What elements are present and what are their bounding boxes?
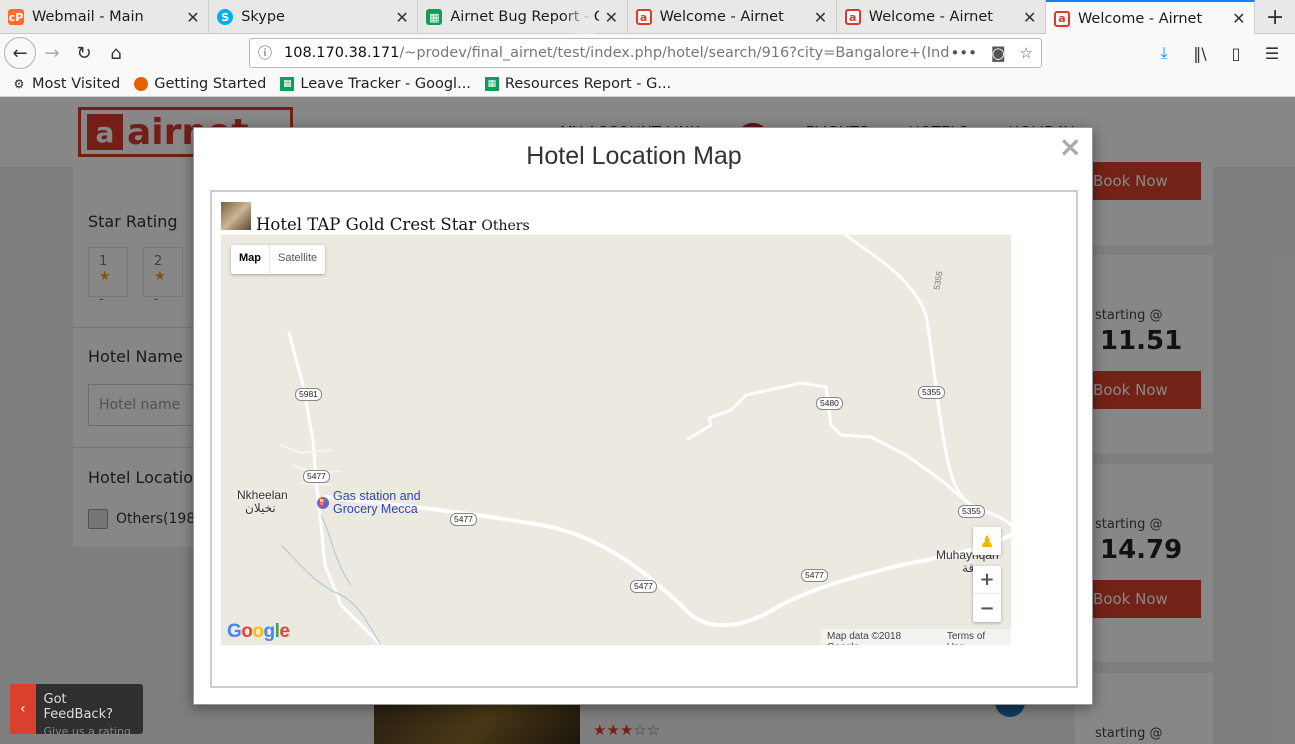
tab-title: Skype <box>241 9 285 25</box>
url-host: 108.170.38.171 <box>284 45 400 61</box>
chevron-left-icon[interactable]: ‹ <box>10 684 36 734</box>
browser-nav-bar: ← → ↻ ⌂ ⓘ 108.170.38.171/~prodev/final_a… <box>0 34 1295 72</box>
back-arrow-icon[interactable]: ← <box>4 37 36 69</box>
sidebar-toggle-icon[interactable]: ▯ <box>1221 37 1251 69</box>
browser-tab-bar: cP Webmail - Main ✕ S Skype ✕ ▦ Airnet B… <box>0 0 1295 35</box>
road-shield: 5477 <box>630 580 657 593</box>
bookmark-label: Resources Report - G... <box>504 76 672 92</box>
download-icon[interactable]: ⤓ <box>1149 37 1179 69</box>
feedback-widget[interactable]: ‹ Got FeedBack? Give us a rating <box>10 684 143 738</box>
bookmark-resources-report[interactable]: ▦ Resources Report - G... <box>484 76 672 92</box>
sheets-icon: ▦ <box>426 9 443 25</box>
tab-title: Webmail - Main <box>32 9 144 25</box>
new-tab-icon[interactable]: + <box>1255 0 1295 34</box>
firefox-icon <box>134 77 149 91</box>
place-name-arabic: نخيلان <box>245 501 276 515</box>
terms-of-use-link[interactable]: Terms of Use <box>947 631 1005 645</box>
close-tab-icon[interactable]: ✕ <box>1232 9 1246 28</box>
google-map[interactable]: Map Satellite 5981 5477 5477 5477 5477 5… <box>221 235 1011 645</box>
airnet-icon: a <box>844 9 861 25</box>
zoom-out-button[interactable]: − <box>973 594 1001 622</box>
browser-tab[interactable]: a Welcome - Airnet ✕ <box>837 0 1046 34</box>
poi-label[interactable]: Gas station and Grocery Mecca <box>333 490 443 516</box>
browser-tab[interactable]: cP Webmail - Main ✕ <box>0 0 210 34</box>
road-shield: 5477 <box>801 569 828 582</box>
bookmark-label: Most Visited <box>32 76 121 92</box>
tab-title: Welcome - Airnet <box>1077 10 1203 27</box>
close-tab-icon[interactable]: ✕ <box>186 8 200 27</box>
close-icon[interactable]: × <box>1059 130 1082 163</box>
airnet-icon: a <box>1053 10 1070 27</box>
browser-tab[interactable]: a Welcome - Airnet ✕ <box>628 0 837 34</box>
bookmark-leave-tracker[interactable]: ▦ Leave Tracker - Googl... <box>280 76 471 92</box>
map-attribution: Map data ©2018 Google Terms of Use <box>821 629 1011 645</box>
road-shield: 5981 <box>295 388 322 401</box>
pocket-icon[interactable]: ◙ <box>991 44 1006 62</box>
more-actions-icon[interactable]: ••• <box>950 44 977 62</box>
gear-icon: ⚙ <box>13 77 25 91</box>
zoom-control: + − <box>973 566 1001 622</box>
tab-title: Welcome - Airnet <box>659 9 784 25</box>
map-type-map[interactable]: Map <box>231 245 270 274</box>
map-data-text: Map data ©2018 Google <box>827 631 902 645</box>
gas-station-icon[interactable]: ⛽ <box>317 497 329 509</box>
road-shield: 5477 <box>303 470 330 483</box>
home-icon[interactable]: ⌂ <box>100 37 132 69</box>
url-path: /~prodev/final_airnet/test/index.php/hot… <box>399 45 951 61</box>
street-view-pegman-icon[interactable]: ♟ <box>973 527 1001 555</box>
library-icon[interactable]: ‖\ <box>1185 37 1215 69</box>
road-shield: 5477 <box>450 513 477 526</box>
bookmark-most-visited[interactable]: ⚙ Most Visited <box>12 76 121 92</box>
bookmark-getting-started[interactable]: Getting Started <box>134 76 266 92</box>
tab-title: Welcome - Airnet <box>868 9 993 25</box>
reload-icon[interactable]: ↻ <box>68 37 100 69</box>
bookmarks-bar: ⚙ Most Visited Getting Started ▦ Leave Tra… <box>0 72 1295 97</box>
info-icon[interactable]: ⓘ <box>258 43 276 63</box>
forward-arrow-icon[interactable]: → <box>36 37 68 69</box>
close-tab-icon[interactable]: ✕ <box>605 8 619 27</box>
url-bar[interactable]: ⓘ 108.170.38.171/~prodev/final_airnet/te… <box>249 38 1042 68</box>
cpanel-icon: cP <box>8 9 24 25</box>
close-tab-icon[interactable]: ✕ <box>395 8 409 27</box>
hotel-name: Hotel TAP Gold Crest Star <box>256 215 477 234</box>
bookmark-star-icon[interactable]: ☆ <box>1020 44 1033 62</box>
map-type-control: Map Satellite <box>231 245 326 274</box>
map-roads <box>280 235 1011 645</box>
url-text[interactable]: 108.170.38.171/~prodev/final_airnet/test… <box>284 45 950 61</box>
skype-icon: S <box>217 9 234 25</box>
hotel-location-modal: Hotel Location Map × Hotel TAP Gold Cres… <box>193 127 1093 705</box>
hotel-category: Others <box>481 218 530 234</box>
feedback-title: Got FeedBack? <box>43 692 114 722</box>
close-tab-icon[interactable]: ✕ <box>814 8 828 27</box>
bookmark-label: Leave Tracker - Googl... <box>300 76 471 92</box>
sheets-icon: ▦ <box>280 77 295 91</box>
modal-content: Hotel TAP Gold Crest Star Others Map Sat… <box>210 190 1078 688</box>
browser-tab[interactable]: ▦ Airnet Bug Report - Go ✕ <box>418 0 628 34</box>
place-label: Nkheelan نخيلان <box>237 489 288 515</box>
hotel-thumbnail <box>221 202 251 230</box>
browser-tab-active[interactable]: a Welcome - Airnet ✕ <box>1045 0 1256 35</box>
road-shield: 5355 <box>918 386 945 399</box>
bookmark-label: Getting Started <box>154 76 267 92</box>
browser-tab[interactable]: S Skype ✕ <box>209 0 419 34</box>
close-tab-icon[interactable]: ✕ <box>1023 8 1037 27</box>
airnet-icon: a <box>635 9 652 25</box>
hamburger-menu-icon[interactable]: ☰ <box>1257 37 1287 69</box>
road-shield: 5480 <box>816 397 843 410</box>
feedback-subtitle: Give us a rating <box>43 725 131 738</box>
google-logo[interactable]: Google <box>227 621 290 643</box>
map-type-satellite[interactable]: Satellite <box>270 245 325 274</box>
hotel-heading: Hotel TAP Gold Crest Star Others <box>256 215 530 234</box>
zoom-in-button[interactable]: + <box>973 566 1001 594</box>
road-shield: 5355 <box>958 505 985 518</box>
modal-title: Hotel Location Map <box>526 142 742 170</box>
sheets-icon: ▦ <box>484 77 499 91</box>
